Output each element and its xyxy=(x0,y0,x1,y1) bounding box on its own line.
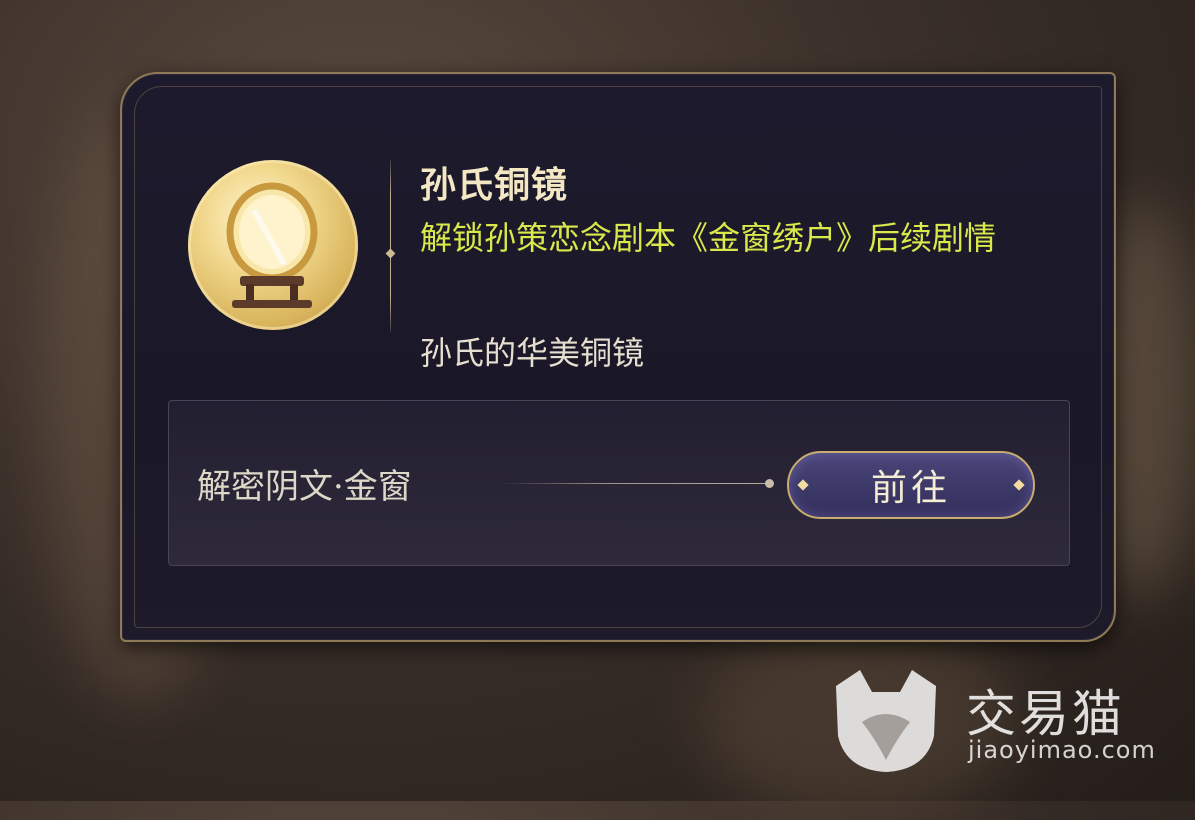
bronze-mirror-icon xyxy=(188,160,358,330)
vertical-divider xyxy=(390,160,391,332)
item-detail-panel: 孙氏铜镜 解锁孙策恋念剧本《金窗绣户》后续剧情 孙氏的华美铜镜 解密阴文·金窗 … xyxy=(120,72,1116,642)
go-button-label: 前往 xyxy=(870,468,951,509)
item-description: 孙氏的华美铜镜 xyxy=(420,334,645,372)
connector-dot xyxy=(765,479,774,488)
source-row: 解密阴文·金窗 前往 xyxy=(168,400,1070,566)
item-effect: 解锁孙策恋念剧本《金窗绣户》后续剧情 xyxy=(420,219,997,257)
source-label: 解密阴文·金窗 xyxy=(197,467,412,507)
cat-logo-icon xyxy=(836,670,936,772)
watermark-url: jiaoyimao.com xyxy=(968,736,1156,764)
divider-ornament xyxy=(385,248,396,259)
item-name: 孙氏铜镜 xyxy=(420,164,569,206)
watermark: 交易猫 jiaoyimao.com xyxy=(826,666,1166,772)
star-icon xyxy=(797,479,809,491)
star-icon xyxy=(1013,479,1025,491)
source-connector-line xyxy=(499,483,771,484)
go-button[interactable]: 前往 xyxy=(787,451,1035,519)
